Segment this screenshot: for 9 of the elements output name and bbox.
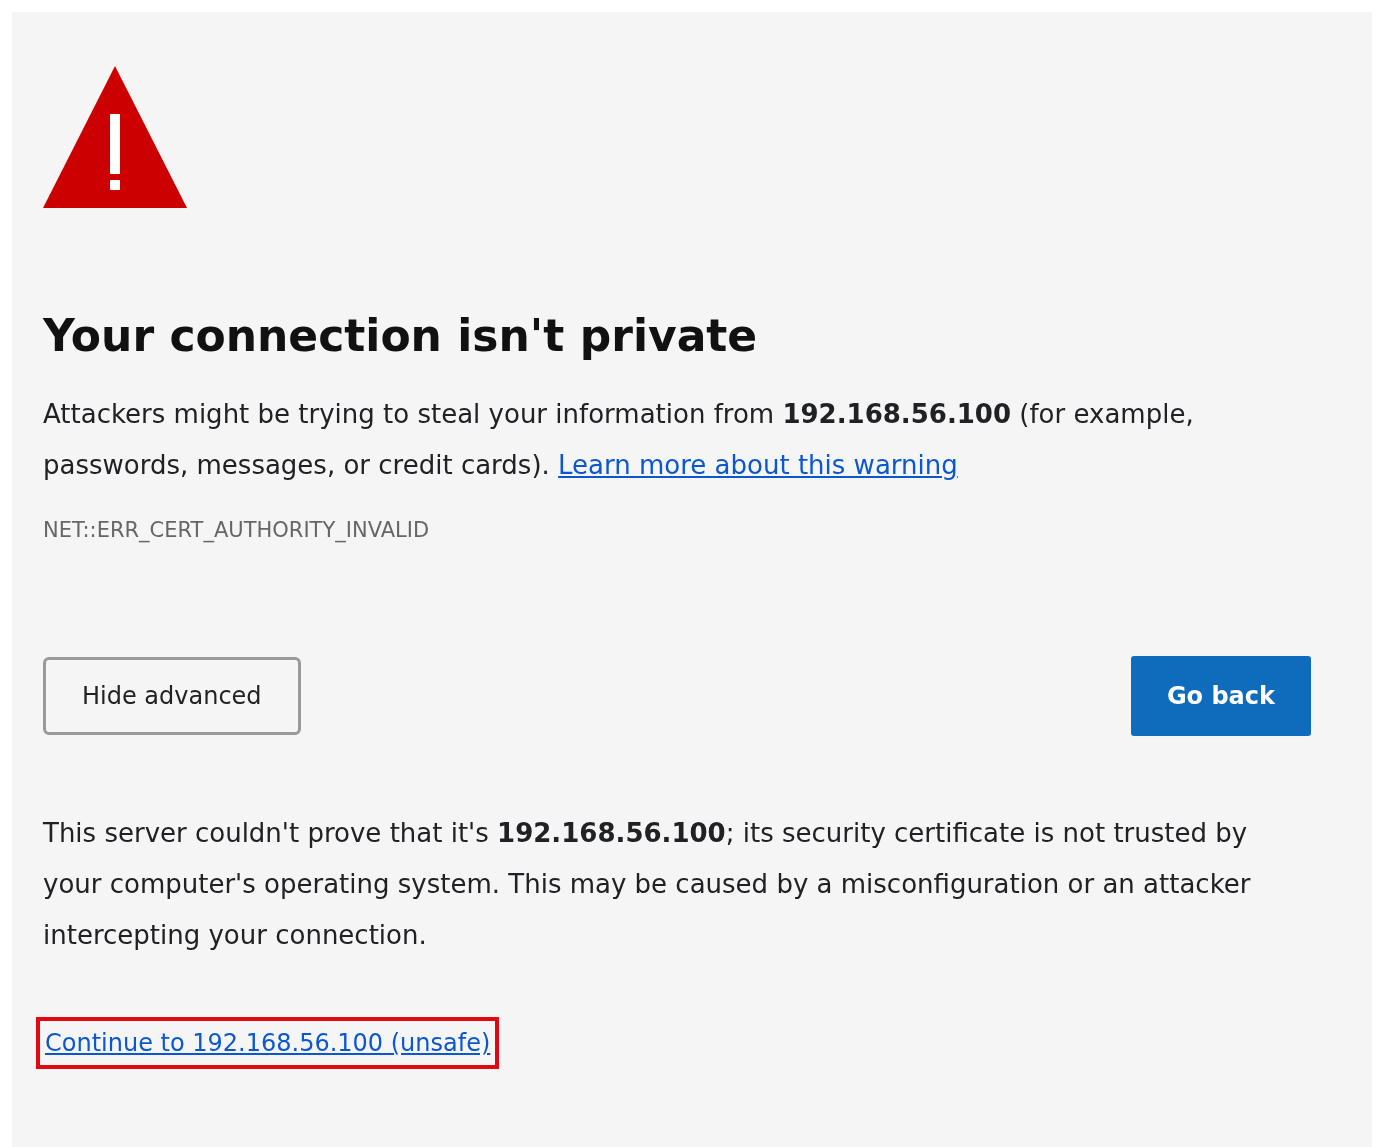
warning-icon — [43, 66, 187, 210]
page-heading: Your connection isn't private — [43, 310, 759, 363]
proceed-link[interactable]: Continue to 192.168.56.100 (unsafe) — [45, 1029, 491, 1058]
hide-advanced-button[interactable]: Hide advanced — [43, 657, 301, 736]
details-message: This server couldn't prove that it's 192.168.56.100; its security certificate is not trusted by your computer's operating system. This may be caused by a misconfiguration or an attacker intercepting your connection. — [43, 817, 1252, 953]
learn-more-link[interactable]: Learn more about this warning — [558, 449, 958, 480]
go-back-button[interactable]: Go back — [1130, 656, 1311, 737]
error-code: NET::ERR_CERT_AUTHORITY_INVALID — [43, 516, 431, 545]
warning-message: Attackers might be trying to steal your information from 192.168.56.100 (for example, passwords, messages, or credit cards). Learn more about this warning — [43, 397, 1195, 482]
